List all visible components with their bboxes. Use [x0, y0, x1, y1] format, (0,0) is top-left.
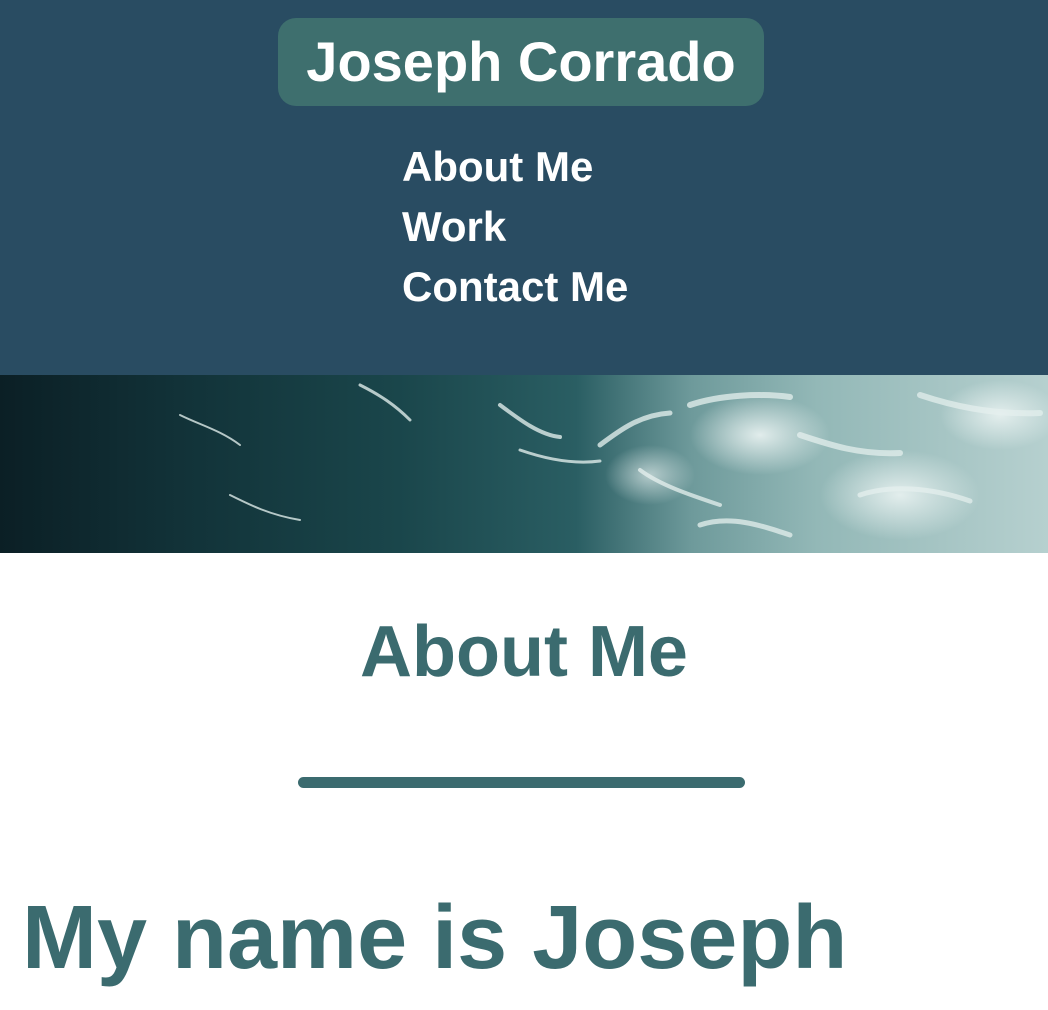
nav-link-about[interactable]: About Me — [402, 140, 593, 194]
nav-link-work[interactable]: Work — [402, 200, 506, 254]
hero-image — [0, 375, 1048, 553]
nav-link-contact[interactable]: Contact Me — [402, 260, 628, 314]
brand-link[interactable]: Joseph Corrado — [278, 18, 764, 106]
intro-heading: My name is Joseph — [22, 888, 848, 988]
section-divider — [298, 777, 745, 788]
about-section-title: About Me — [360, 612, 688, 692]
main-nav: About Me Work Contact Me — [402, 140, 628, 320]
nav-item-contact: Contact Me — [402, 260, 628, 320]
nav-item-work: Work — [402, 200, 628, 260]
site-header: Joseph Corrado About Me Work Contact Me — [0, 0, 1048, 375]
ocean-waves-image — [0, 375, 1048, 553]
nav-item-about: About Me — [402, 140, 628, 200]
